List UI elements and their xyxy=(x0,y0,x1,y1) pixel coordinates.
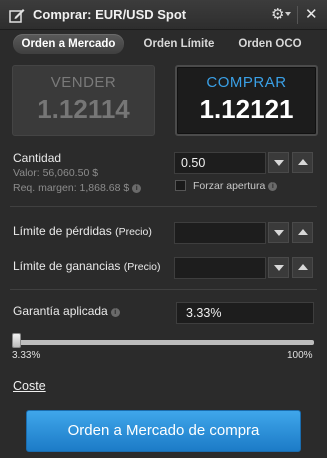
quantity-input[interactable]: 0.50 xyxy=(174,152,266,174)
slider-min-label: 3.33% xyxy=(12,350,41,361)
chevron-down-icon xyxy=(274,230,284,236)
divider xyxy=(10,289,317,290)
quantity-decrement-button[interactable] xyxy=(268,152,289,173)
quantity-increment-button[interactable] xyxy=(292,152,313,173)
tab-limit-order[interactable]: Orden Límite xyxy=(135,34,223,54)
sell-price-button[interactable]: VENDER 1.12114 xyxy=(12,65,155,136)
titlebar-divider xyxy=(297,6,298,24)
stop-loss-suffix: (Precio) xyxy=(115,226,152,238)
cost-link[interactable]: Coste xyxy=(13,379,46,393)
quantity-label: Cantidad xyxy=(13,151,62,165)
stop-loss-increment-button[interactable] xyxy=(292,222,313,243)
force-open-label: Forzar apertura xyxy=(193,180,266,192)
buy-label: COMPRAR xyxy=(206,74,287,91)
stop-loss-text: Límite de pérdidas xyxy=(13,224,112,238)
divider xyxy=(10,206,317,207)
chevron-down-icon xyxy=(274,265,284,271)
slider-max-label: 100% xyxy=(287,350,313,361)
order-type-tabs: Orden a Mercado Orden Límite Orden OCO xyxy=(0,30,327,56)
sell-price: 1.12114 xyxy=(37,94,130,124)
stop-loss-decrement-button[interactable] xyxy=(268,222,289,243)
info-icon[interactable]: i xyxy=(110,308,120,317)
window-title: Comprar: EUR/USD Spot xyxy=(33,7,187,22)
take-profit-input[interactable] xyxy=(174,257,266,279)
chevron-down-icon xyxy=(274,160,284,166)
take-profit-decrement-button[interactable] xyxy=(268,257,289,278)
take-profit-increment-button[interactable] xyxy=(292,257,313,278)
force-open-checkbox[interactable] xyxy=(175,180,186,191)
chevron-up-icon xyxy=(298,229,308,235)
chevron-up-icon xyxy=(298,264,308,270)
guarantee-slider-handle[interactable] xyxy=(12,333,21,348)
take-profit-label: Límite de ganancias (Precio) xyxy=(13,259,161,273)
guarantee-text: Garantía aplicada xyxy=(13,304,108,318)
buy-price: 1.12121 xyxy=(199,94,294,124)
tab-market-order[interactable]: Orden a Mercado xyxy=(13,34,124,54)
stop-loss-label: Límite de pérdidas (Precio) xyxy=(13,224,152,238)
guarantee-label: Garantía aplicada i xyxy=(13,304,120,318)
margin-text: Req. margen: 1,868.68 $ xyxy=(13,182,130,194)
margin-requirement: Req. margen: 1,868.68 $ i xyxy=(13,182,142,194)
close-icon[interactable]: ✕ xyxy=(305,5,318,23)
tab-oco-order[interactable]: Orden OCO xyxy=(230,34,310,54)
edit-order-icon xyxy=(9,9,25,23)
buy-price-button[interactable]: COMPRAR 1.12121 xyxy=(175,65,318,136)
title-bar: Comprar: EUR/USD Spot ⚙ ✕ xyxy=(0,0,327,30)
chevron-down-icon[interactable] xyxy=(285,12,291,16)
guarantee-slider-track[interactable] xyxy=(14,340,314,345)
stop-loss-input[interactable] xyxy=(174,222,266,244)
quantity-value-text: Valor: 56,060.50 $ xyxy=(13,167,99,179)
take-profit-suffix: (Precio) xyxy=(123,261,161,273)
take-profit-text: Límite de ganancias xyxy=(13,259,121,273)
gear-icon[interactable]: ⚙ xyxy=(271,5,284,23)
force-open-option: Forzar apertura i xyxy=(193,180,278,192)
chevron-up-icon xyxy=(298,159,308,165)
submit-order-button[interactable]: Orden a Mercado de compra xyxy=(26,410,301,452)
sell-label: VENDER xyxy=(50,74,117,91)
info-icon[interactable]: i xyxy=(132,184,142,193)
guarantee-input[interactable]: 3.33% xyxy=(176,302,314,324)
info-icon[interactable]: i xyxy=(268,182,278,191)
